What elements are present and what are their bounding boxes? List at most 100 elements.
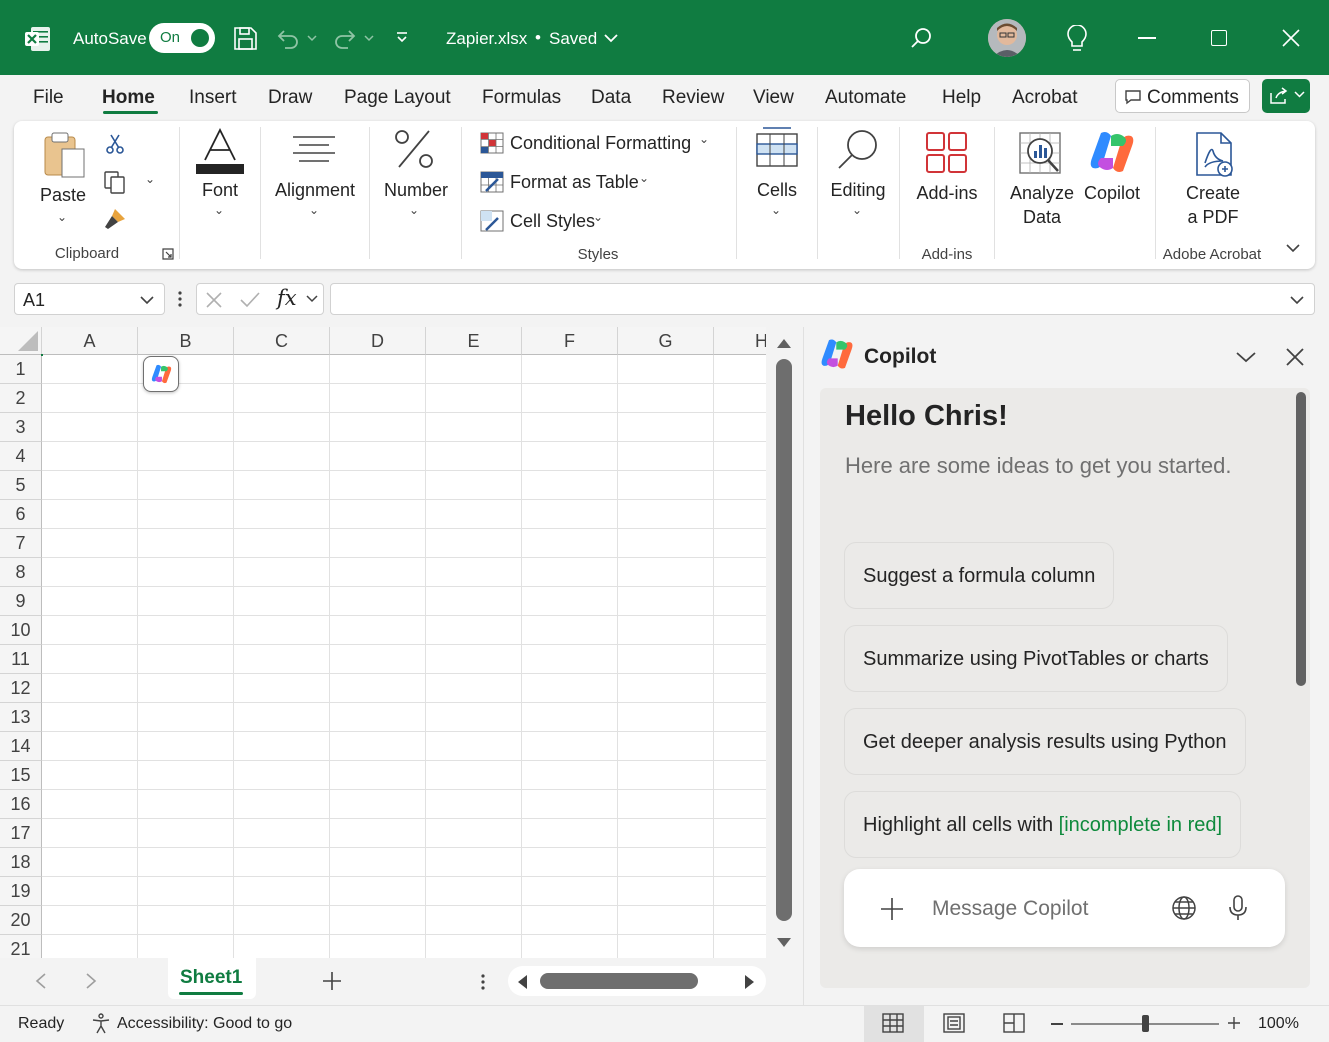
copilot-pane-options-icon[interactable]	[1235, 350, 1257, 364]
name-box-dropdown-icon[interactable]	[139, 294, 155, 306]
minimize-icon[interactable]	[1138, 37, 1156, 39]
horizontal-scrollbar[interactable]	[508, 966, 766, 996]
column-header-c[interactable]: C	[234, 327, 330, 355]
add-sheet-icon[interactable]	[321, 970, 343, 992]
column-header-f[interactable]: F	[522, 327, 618, 355]
font-label[interactable]: Font	[190, 180, 250, 201]
row-header-11[interactable]: 11	[0, 645, 42, 674]
copilot-scroll-thumb[interactable]	[1296, 392, 1306, 686]
page-layout-view-icon[interactable]	[943, 1013, 965, 1033]
excel-logo-icon[interactable]	[25, 26, 51, 52]
customize-toolbar-icon[interactable]	[394, 30, 410, 46]
accessibility-status[interactable]: Accessibility: Good to go	[117, 1015, 292, 1033]
row-header-1[interactable]: 1	[0, 355, 42, 384]
column-header-g[interactable]: G	[618, 327, 714, 355]
undo-icon[interactable]	[276, 27, 300, 51]
row-header-16[interactable]: 16	[0, 790, 42, 819]
confirm-entry-icon[interactable]	[239, 291, 261, 309]
cell-styles-dropdown-icon[interactable]: ⌄	[593, 210, 603, 224]
column-header-d[interactable]: D	[330, 327, 426, 355]
copy-dropdown-icon[interactable]: ⌄	[145, 172, 155, 186]
row-header-6[interactable]: 6	[0, 500, 42, 529]
conditional-formatting-icon[interactable]	[480, 132, 504, 154]
formula-input[interactable]	[330, 283, 1315, 315]
select-all-corner[interactable]	[0, 327, 42, 355]
spreadsheet-grid[interactable]: A B C D E F G H 1 2 3 4 5 6 7 8 9 10 11 …	[0, 327, 766, 958]
horizontal-scroll-thumb[interactable]	[540, 973, 698, 989]
zoom-in-icon[interactable]	[1227, 1016, 1241, 1030]
suggestion-highlight-cells[interactable]: Highlight all cells with [incomplete in …	[844, 791, 1242, 858]
normal-view-button[interactable]	[864, 1006, 924, 1042]
cut-icon[interactable]	[104, 133, 126, 155]
message-input-placeholder[interactable]: Message Copilot	[932, 897, 1088, 921]
autosave-toggle[interactable]: On	[149, 23, 215, 53]
copilot-pane-close-icon[interactable]	[1286, 348, 1304, 366]
tab-formulas[interactable]: Formulas	[482, 87, 561, 109]
copilot-label[interactable]: Copilot	[1080, 183, 1144, 204]
vertical-scroll-thumb[interactable]	[776, 359, 792, 921]
conditional-formatting-label[interactable]: Conditional Formatting	[510, 133, 691, 154]
column-header-e[interactable]: E	[426, 327, 522, 355]
tab-insert[interactable]: Insert	[189, 87, 237, 109]
row-header-2[interactable]: 2	[0, 384, 42, 413]
row-header-8[interactable]: 8	[0, 558, 42, 587]
suggestion-formula-column[interactable]: Suggest a formula column	[844, 542, 1115, 609]
comments-button[interactable]: Comments	[1115, 79, 1250, 113]
analyze-data-label-line1[interactable]: Analyze	[1004, 183, 1080, 204]
row-header-9[interactable]: 9	[0, 587, 42, 616]
alignment-label[interactable]: Alignment	[268, 180, 362, 201]
row-header-15[interactable]: 15	[0, 761, 42, 790]
share-button[interactable]	[1262, 79, 1310, 113]
scroll-down-icon[interactable]	[776, 937, 792, 949]
redo-dropdown-icon[interactable]	[363, 33, 375, 43]
percent-icon[interactable]	[393, 127, 437, 171]
page-break-view-icon[interactable]	[1003, 1013, 1025, 1033]
find-icon[interactable]	[836, 128, 880, 172]
editing-dropdown-icon[interactable]: ⌄	[852, 203, 862, 217]
maximize-icon[interactable]	[1211, 30, 1227, 46]
alignment-icon[interactable]	[291, 135, 337, 165]
expand-formula-bar-icon[interactable]	[1289, 294, 1305, 306]
prev-sheet-icon[interactable]	[34, 972, 48, 990]
column-header-a[interactable]: A	[42, 327, 138, 355]
scroll-left-icon[interactable]	[516, 974, 528, 990]
format-as-table-label[interactable]: Format as Table	[510, 172, 639, 193]
attach-plus-icon[interactable]	[880, 897, 904, 921]
suggestion-python[interactable]: Get deeper analysis results using Python	[844, 708, 1246, 775]
copilot-icon[interactable]	[1089, 130, 1135, 174]
tab-acrobat[interactable]: Acrobat	[1012, 87, 1077, 109]
title-dropdown-icon[interactable]	[603, 32, 619, 44]
copy-icon[interactable]	[103, 170, 127, 194]
zoom-slider-thumb[interactable]	[1142, 1015, 1149, 1032]
row-header-7[interactable]: 7	[0, 529, 42, 558]
zoom-out-icon[interactable]	[1051, 1023, 1063, 1025]
tab-data[interactable]: Data	[591, 87, 631, 109]
row-header-5[interactable]: 5	[0, 471, 42, 500]
tab-view[interactable]: View	[753, 87, 794, 109]
formula-bar-grip-icon[interactable]	[176, 290, 184, 308]
tab-review[interactable]: Review	[662, 87, 724, 109]
insert-function-icon[interactable]: fx	[277, 286, 297, 310]
row-header-12[interactable]: 12	[0, 674, 42, 703]
create-pdf-label-line2[interactable]: a PDF	[1176, 207, 1250, 228]
accessibility-icon[interactable]	[90, 1012, 112, 1034]
format-as-table-dropdown-icon[interactable]: ⌄	[639, 171, 649, 185]
font-dropdown-icon[interactable]: ⌄	[214, 203, 224, 217]
cell-copilot-button[interactable]	[143, 356, 179, 392]
copilot-message-box[interactable]: Message Copilot	[844, 869, 1285, 947]
analyze-data-icon[interactable]	[1018, 131, 1064, 177]
globe-icon[interactable]	[1171, 895, 1197, 921]
tab-home[interactable]: Home	[102, 87, 155, 109]
format-as-table-icon[interactable]	[480, 171, 504, 193]
scroll-right-icon[interactable]	[744, 974, 756, 990]
row-header-10[interactable]: 10	[0, 616, 42, 645]
alignment-dropdown-icon[interactable]: ⌄	[309, 203, 319, 217]
row-header-19[interactable]: 19	[0, 877, 42, 906]
row-header-4[interactable]: 4	[0, 442, 42, 471]
tab-draw[interactable]: Draw	[268, 87, 312, 109]
row-header-3[interactable]: 3	[0, 413, 42, 442]
cells-icon[interactable]	[755, 126, 799, 170]
ribbon-collapse-icon[interactable]	[1285, 242, 1301, 254]
row-header-21[interactable]: 21	[0, 935, 42, 958]
row-header-20[interactable]: 20	[0, 906, 42, 935]
